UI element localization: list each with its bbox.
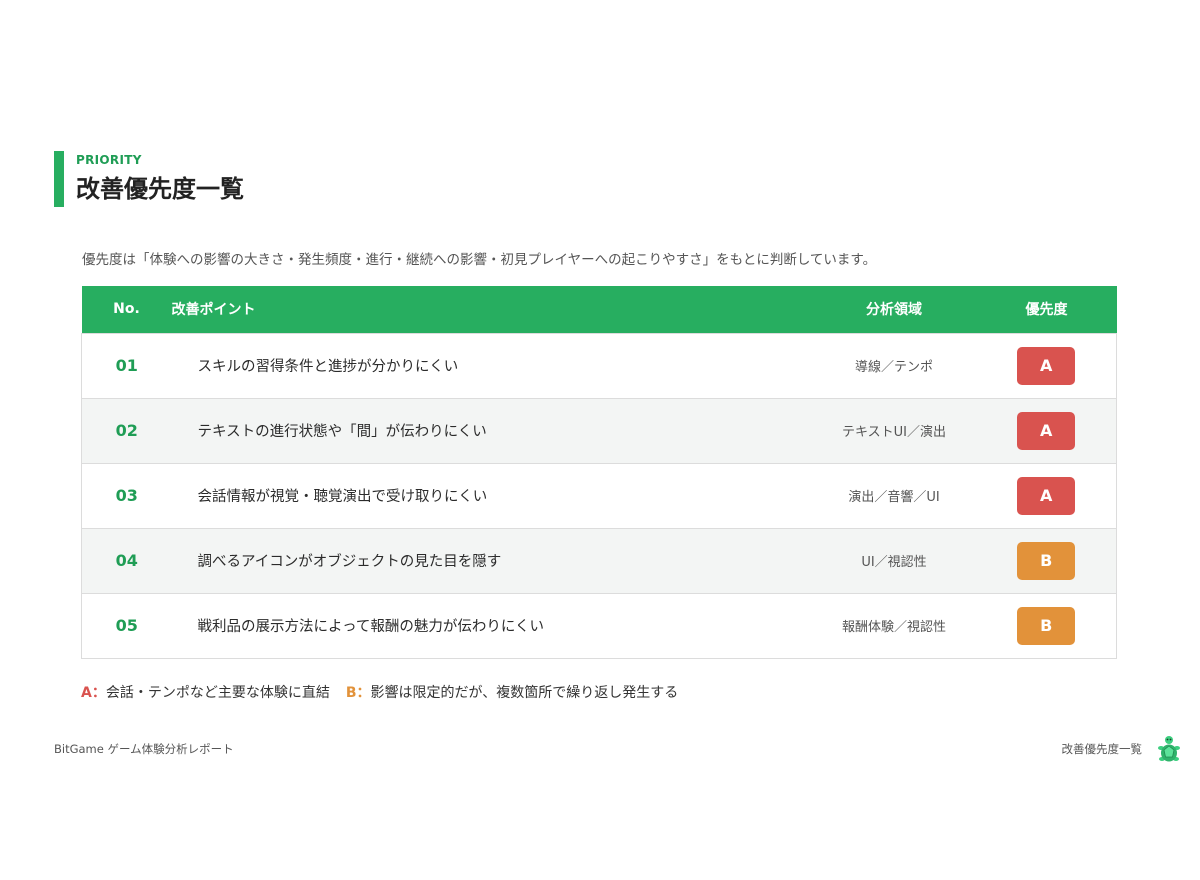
row-number: 02 <box>115 421 138 440</box>
priority-badge: A <box>1017 346 1076 385</box>
table-row: 05 戦利品の展示方法によって報酬の魅力が伝わりにくい 報酬体験／視認性 B <box>81 593 1117 658</box>
column-header-no: No. <box>113 301 140 318</box>
row-point: 戦利品の展示方法によって報酬の魅力が伝わりにくい <box>197 619 545 635</box>
table-row: 04 調べるアイコンがオブジェクトの見た目を隠す UI／視認性 B <box>81 528 1117 593</box>
column-header-point: 改善ポイント <box>171 302 256 319</box>
column-header-priority: 優先度 <box>1025 302 1068 319</box>
legend-key-a: A： <box>81 685 106 701</box>
column-header-area: 分析領域 <box>866 302 922 319</box>
row-number: 03 <box>115 486 138 505</box>
lead-text: 優先度は「体験への影響の大きさ・発生頻度・進行・継続への影響・初見プレイヤーへの… <box>82 252 877 268</box>
page-title: 改善優先度一覧 <box>76 175 244 203</box>
row-area: 導線／テンポ <box>854 360 933 375</box>
row-point: スキルの習得条件と進捗が分かりにくい <box>197 359 459 375</box>
legend-text-b: 影響は限定的だが、複数箇所で繰り返し発生する <box>370 685 679 701</box>
table-row: 01 スキルの習得条件と進捗が分かりにくい 導線／テンポ A <box>81 333 1117 398</box>
row-number: 05 <box>115 616 138 635</box>
row-point: テキストの進行状態や「間」が伝わりにくい <box>197 424 487 440</box>
row-number: 04 <box>115 551 138 570</box>
row-point: 調べるアイコンがオブジェクトの見た目を隠す <box>197 554 502 570</box>
priority-badge: B <box>1017 541 1076 580</box>
table-header-row: No. 改善ポイント 分析領域 優先度 <box>81 286 1117 333</box>
footer-report-name: BitGame ゲーム体験分析レポート <box>54 742 234 756</box>
row-point: 会話情報が視覚・聴覚演出で受け取りにくい <box>197 489 488 505</box>
row-area: 演出／音響／UI <box>848 490 940 505</box>
priority-table: No. 改善ポイント 分析領域 優先度 01 スキルの習得条件と進捗が分かりにく… <box>81 286 1117 659</box>
section-header: PRIORITY 改善優先度一覧 <box>54 151 244 207</box>
table-row: 03 会話情報が視覚・聴覚演出で受け取りにくい 演出／音響／UI A <box>81 463 1117 528</box>
footer-page-name: 改善優先度一覧 <box>1061 742 1143 756</box>
legend-key-b: B： <box>345 685 371 701</box>
priority-badge: B <box>1017 606 1076 645</box>
priority-badge: A <box>1017 476 1076 515</box>
accent-bar <box>54 151 64 207</box>
table-row: 02 テキストの進行状態や「間」が伝わりにくい テキストUI／演出 A <box>81 398 1117 463</box>
priority-legend: A：会話・テンポなど主要な体験に直結 B：影響は限定的だが、複数箇所で繰り返し発生… <box>81 682 678 704</box>
section-eyebrow: PRIORITY <box>76 153 142 167</box>
priority-badge: A <box>1017 411 1076 450</box>
row-number: 01 <box>115 356 138 375</box>
row-area: UI／視認性 <box>861 555 927 570</box>
row-area: 報酬体験／視認性 <box>841 620 946 635</box>
turtle-logo-icon <box>1158 736 1180 762</box>
row-area: テキストUI／演出 <box>842 425 946 440</box>
legend-text-a: 会話・テンポなど主要な体験に直結 <box>105 685 330 701</box>
